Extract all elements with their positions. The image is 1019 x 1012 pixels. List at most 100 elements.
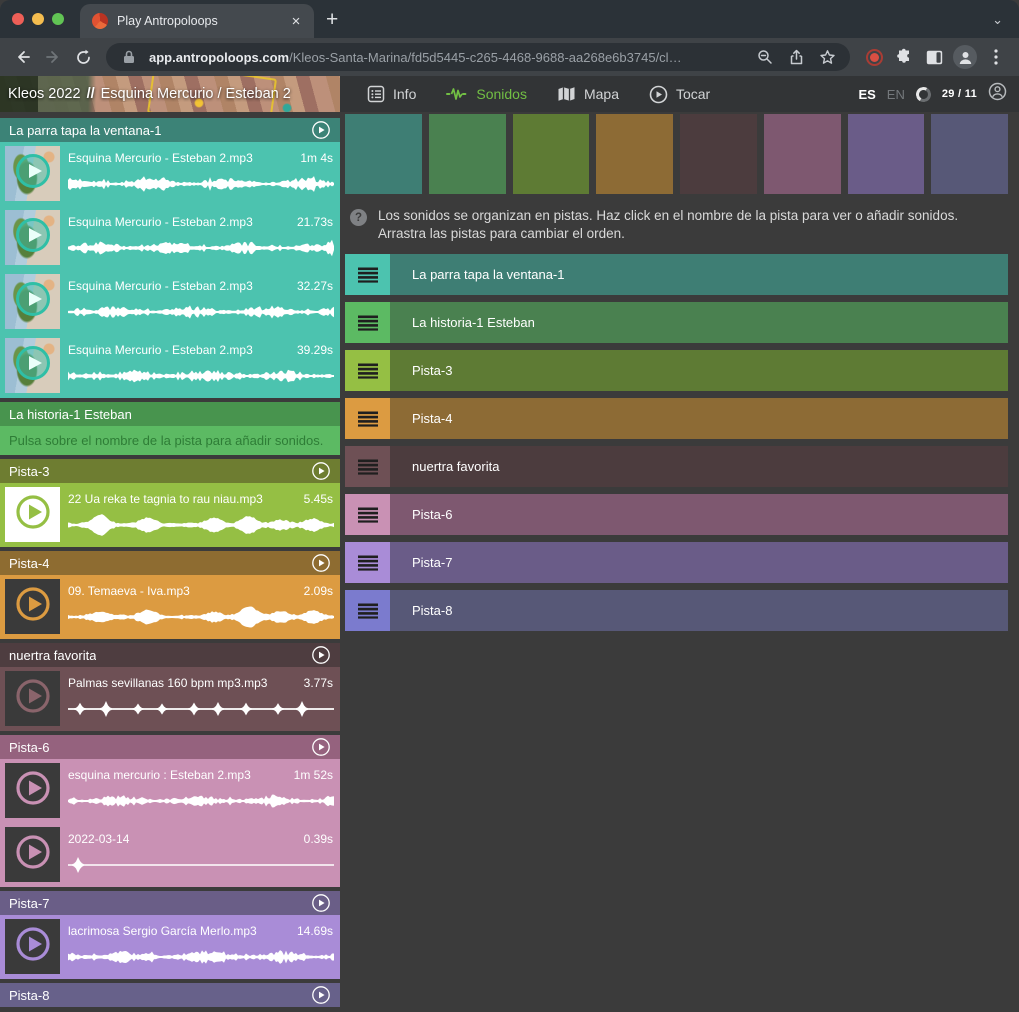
track-row-name-button[interactable]: Pista-8: [390, 590, 1008, 631]
audio-clip[interactable]: Esquina Mercurio - Esteban 2.mp332.27s: [0, 270, 340, 334]
back-icon[interactable]: [10, 44, 36, 70]
track-row[interactable]: La historia-1 Esteban: [345, 302, 1008, 343]
project-name: Kleos 2022: [8, 86, 81, 102]
address-bar[interactable]: app.antropoloops.com/Kleos-Santa-Marina/…: [106, 43, 850, 71]
track-drag-handle[interactable]: [345, 590, 390, 631]
sidebar-track-header[interactable]: La historia-1 Esteban: [0, 402, 340, 426]
nav-tab-info[interactable]: Info: [352, 76, 431, 112]
share-icon[interactable]: [785, 46, 807, 68]
sidebar-track-header[interactable]: La parra tapa la ventana-1: [0, 118, 340, 142]
track-row-name-button[interactable]: Pista-7: [390, 542, 1008, 583]
nav-tab-sonidos[interactable]: Sonidos: [431, 76, 542, 112]
clip-play-button[interactable]: [15, 345, 51, 386]
clip-play-button[interactable]: [15, 834, 51, 875]
audio-clip[interactable]: 09. Temaeva - Iva.mp32.09s: [0, 575, 340, 639]
clip-waveform: [68, 512, 334, 538]
profile-avatar[interactable]: [953, 45, 977, 69]
track-row[interactable]: Pista-3: [345, 350, 1008, 391]
clip-play-button[interactable]: [15, 153, 51, 194]
audio-clip[interactable]: Esquina Mercurio - Esteban 2.mp339.29s: [0, 334, 340, 398]
audio-clip[interactable]: lacrimosa Sergio García Merlo.mp314.69s: [0, 915, 340, 979]
reload-icon[interactable]: [70, 44, 96, 70]
minimize-window-button[interactable]: [32, 13, 44, 25]
browser-tab[interactable]: Play Antropoloops ×: [80, 4, 314, 38]
track-row-name-button[interactable]: Pista-6: [390, 494, 1008, 535]
track-row-name-button[interactable]: Pista-4: [390, 398, 1008, 439]
audio-clip[interactable]: 22 Ua reka te tagnia to rau niau.mp35.45…: [0, 483, 340, 547]
bookmark-star-icon[interactable]: [816, 46, 838, 68]
clip-title: 22 Ua reka te tagnia to rau niau.mp3: [68, 492, 268, 506]
url-path: /Kleos-Santa-Marina/fd5d5445-c265-4468-9…: [289, 50, 681, 65]
track-row[interactable]: Pista-7: [345, 542, 1008, 583]
track-play-button[interactable]: [311, 985, 331, 1005]
sidebar-track-header[interactable]: Pista-8: [0, 983, 340, 1007]
track-row-name-button[interactable]: La historia-1 Esteban: [390, 302, 1008, 343]
tab-close-icon[interactable]: ×: [286, 13, 306, 30]
zoom-out-icon[interactable]: [754, 46, 776, 68]
track-row[interactable]: La parra tapa la ventana-1: [345, 254, 1008, 295]
track-row-name-button[interactable]: Pista-3: [390, 350, 1008, 391]
clip-play-button[interactable]: [15, 770, 51, 811]
tab-search-chevron-icon[interactable]: ⌄: [992, 12, 1003, 28]
track-drag-handle[interactable]: [345, 398, 390, 439]
sidebar-track-header[interactable]: Pista-3: [0, 459, 340, 483]
close-window-button[interactable]: [12, 13, 24, 25]
new-tab-button[interactable]: +: [326, 8, 338, 32]
tab-title: Play Antropoloops: [117, 14, 277, 28]
forward-icon[interactable]: [40, 44, 66, 70]
track-row-name-button[interactable]: nuertra favorita: [390, 446, 1008, 487]
track-drag-handle[interactable]: [345, 254, 390, 295]
extensions-puzzle-icon[interactable]: [891, 44, 917, 70]
audio-clip[interactable]: Esquina Mercurio - Esteban 2.mp321.73s: [0, 206, 340, 270]
lang-en-button[interactable]: EN: [887, 87, 905, 102]
clip-title: Esquina Mercurio - Esteban 2.mp3: [68, 151, 268, 165]
track-play-button[interactable]: [311, 120, 331, 140]
account-icon[interactable]: [988, 82, 1007, 106]
track-play-button[interactable]: [311, 645, 331, 665]
clip-play-button[interactable]: [15, 926, 51, 967]
tracks-hint-text: Los sonidos se organizan en pistas. Haz …: [378, 207, 1008, 243]
track-play-button[interactable]: [311, 737, 331, 757]
clip-thumbnail: [5, 671, 60, 726]
browser-menu-icon[interactable]: [983, 44, 1009, 70]
track-play-button[interactable]: [311, 893, 331, 913]
clip-waveform: [68, 299, 334, 325]
sidebar-track-header[interactable]: nuertra favorita: [0, 643, 340, 667]
track-row[interactable]: Pista-8: [345, 590, 1008, 631]
maximize-window-button[interactable]: [52, 13, 64, 25]
audio-clip[interactable]: Palmas sevillanas 160 bpm mp3.mp33.77s: [0, 667, 340, 731]
lang-es-button[interactable]: ES: [858, 87, 875, 102]
track-drag-handle[interactable]: [345, 350, 390, 391]
sidebar-track-section: La historia-1 EstebanPulsa sobre el nomb…: [0, 402, 340, 455]
page-title: Esquina Mercurio / Esteban 2: [101, 86, 291, 102]
clip-duration: 1m 4s: [300, 151, 333, 165]
sidebar-track-header[interactable]: Pista-4: [0, 551, 340, 575]
clip-play-button[interactable]: [15, 678, 51, 719]
track-row-name-button[interactable]: La parra tapa la ventana-1: [390, 254, 1008, 295]
nav-tab-tocar[interactable]: Tocar: [634, 76, 725, 112]
sidebar-track-header[interactable]: Pista-6: [0, 735, 340, 759]
audio-clip[interactable]: 2022-03-140.39s: [0, 823, 340, 887]
clip-waveform: [68, 788, 334, 814]
clip-play-button[interactable]: [15, 217, 51, 258]
track-drag-handle[interactable]: [345, 446, 390, 487]
sidebar-track-header[interactable]: Pista-7: [0, 891, 340, 915]
nav-tab-mapa[interactable]: Mapa: [542, 76, 634, 112]
audio-clip[interactable]: Esquina Mercurio - Esteban 2.mp3 1m 4s: [0, 142, 340, 206]
clip-play-button[interactable]: [15, 281, 51, 322]
track-row[interactable]: Pista-6: [345, 494, 1008, 535]
track-row[interactable]: Pista-4: [345, 398, 1008, 439]
track-drag-handle[interactable]: [345, 494, 390, 535]
side-panel-icon[interactable]: [921, 44, 947, 70]
track-color-swatch: [345, 114, 422, 194]
track-drag-handle[interactable]: [345, 302, 390, 343]
track-row[interactable]: nuertra favorita: [345, 446, 1008, 487]
track-drag-handle[interactable]: [345, 542, 390, 583]
track-play-button[interactable]: [311, 461, 331, 481]
clip-play-button[interactable]: [15, 586, 51, 627]
recording-indicator-icon[interactable]: [866, 49, 883, 66]
info-list-icon: [367, 85, 385, 103]
clip-play-button[interactable]: [15, 494, 51, 535]
audio-clip[interactable]: esquina mercurio : Esteban 2.mp31m 52s: [0, 759, 340, 823]
track-play-button[interactable]: [311, 553, 331, 573]
